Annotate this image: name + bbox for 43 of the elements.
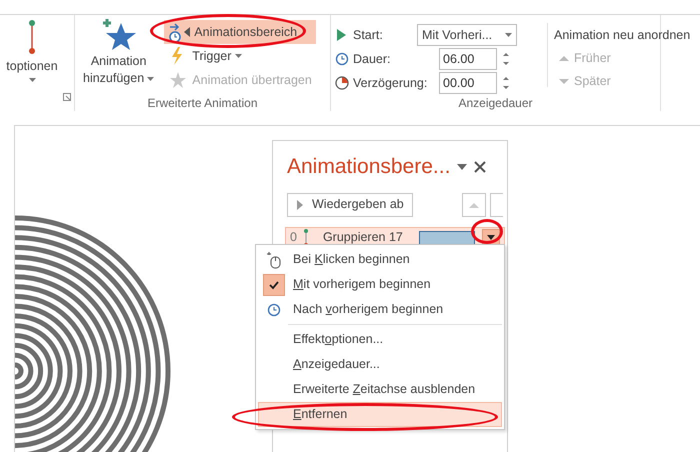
menu-item[interactable]: Bei Klicken beginnen [258,247,502,272]
checkmark-icon [263,274,285,296]
clock-icon [335,76,349,90]
field-label: Start: [353,26,383,44]
menu-item[interactable]: Mit vorherigem beginnen [258,272,502,297]
number-field[interactable]: 00.00 [439,72,497,94]
add-animation-button[interactable]: Animation hinzufügen [79,17,158,95]
menu-item[interactable]: Erweiterte Zeitachse ausblenden [258,377,502,402]
close-icon[interactable] [474,160,486,173]
caret-icon[interactable] [456,162,468,171]
clock-icon [267,302,281,316]
menu-item[interactable]: Entfernen [258,402,502,427]
group-title: Erweiterte Animation [146,95,259,111]
start-dropdown[interactable]: Mit Vorheri... [417,24,517,46]
mouse-icon [266,250,282,268]
group-title: Anzeigedauer [457,95,534,111]
caret-icon [487,235,495,240]
effect-options-button[interactable]: toptionen [0,17,70,87]
reorder-title: Animation neu anordnen [554,27,690,44]
field-label: Verzögerung: [353,74,428,92]
star-icon [168,70,188,90]
number-field[interactable]: 06.00 [439,48,497,70]
clock-arrow-icon [168,22,190,42]
star-plus-icon [100,17,137,51]
caret-icon [505,33,512,37]
caret-icon [147,76,154,80]
caret-icon [28,78,36,82]
menu-item[interactable]: Anzeigedauer... [258,352,502,377]
path-icon [26,19,38,55]
up-triangle-icon [468,200,480,208]
play-from-button[interactable]: Wiedergeben ab [287,192,413,216]
menu-item[interactable]: Nach vorherigem beginnen [258,297,502,322]
ribbon-button[interactable]: Animationsbereich [164,20,316,44]
dialog-launcher-icon[interactable] [63,93,71,101]
menu-item[interactable]: Effektoptionen... [258,327,502,352]
caret-icon [235,54,242,58]
play-icon [296,198,304,210]
ribbon-button[interactable]: Trigger [164,44,316,68]
highlight-ellipse [471,219,503,244]
pane-title: Animationsbere... [287,154,450,180]
field-label: Dauer: [353,50,391,68]
clock-icon [335,52,349,66]
timeline-bar [418,230,475,244]
